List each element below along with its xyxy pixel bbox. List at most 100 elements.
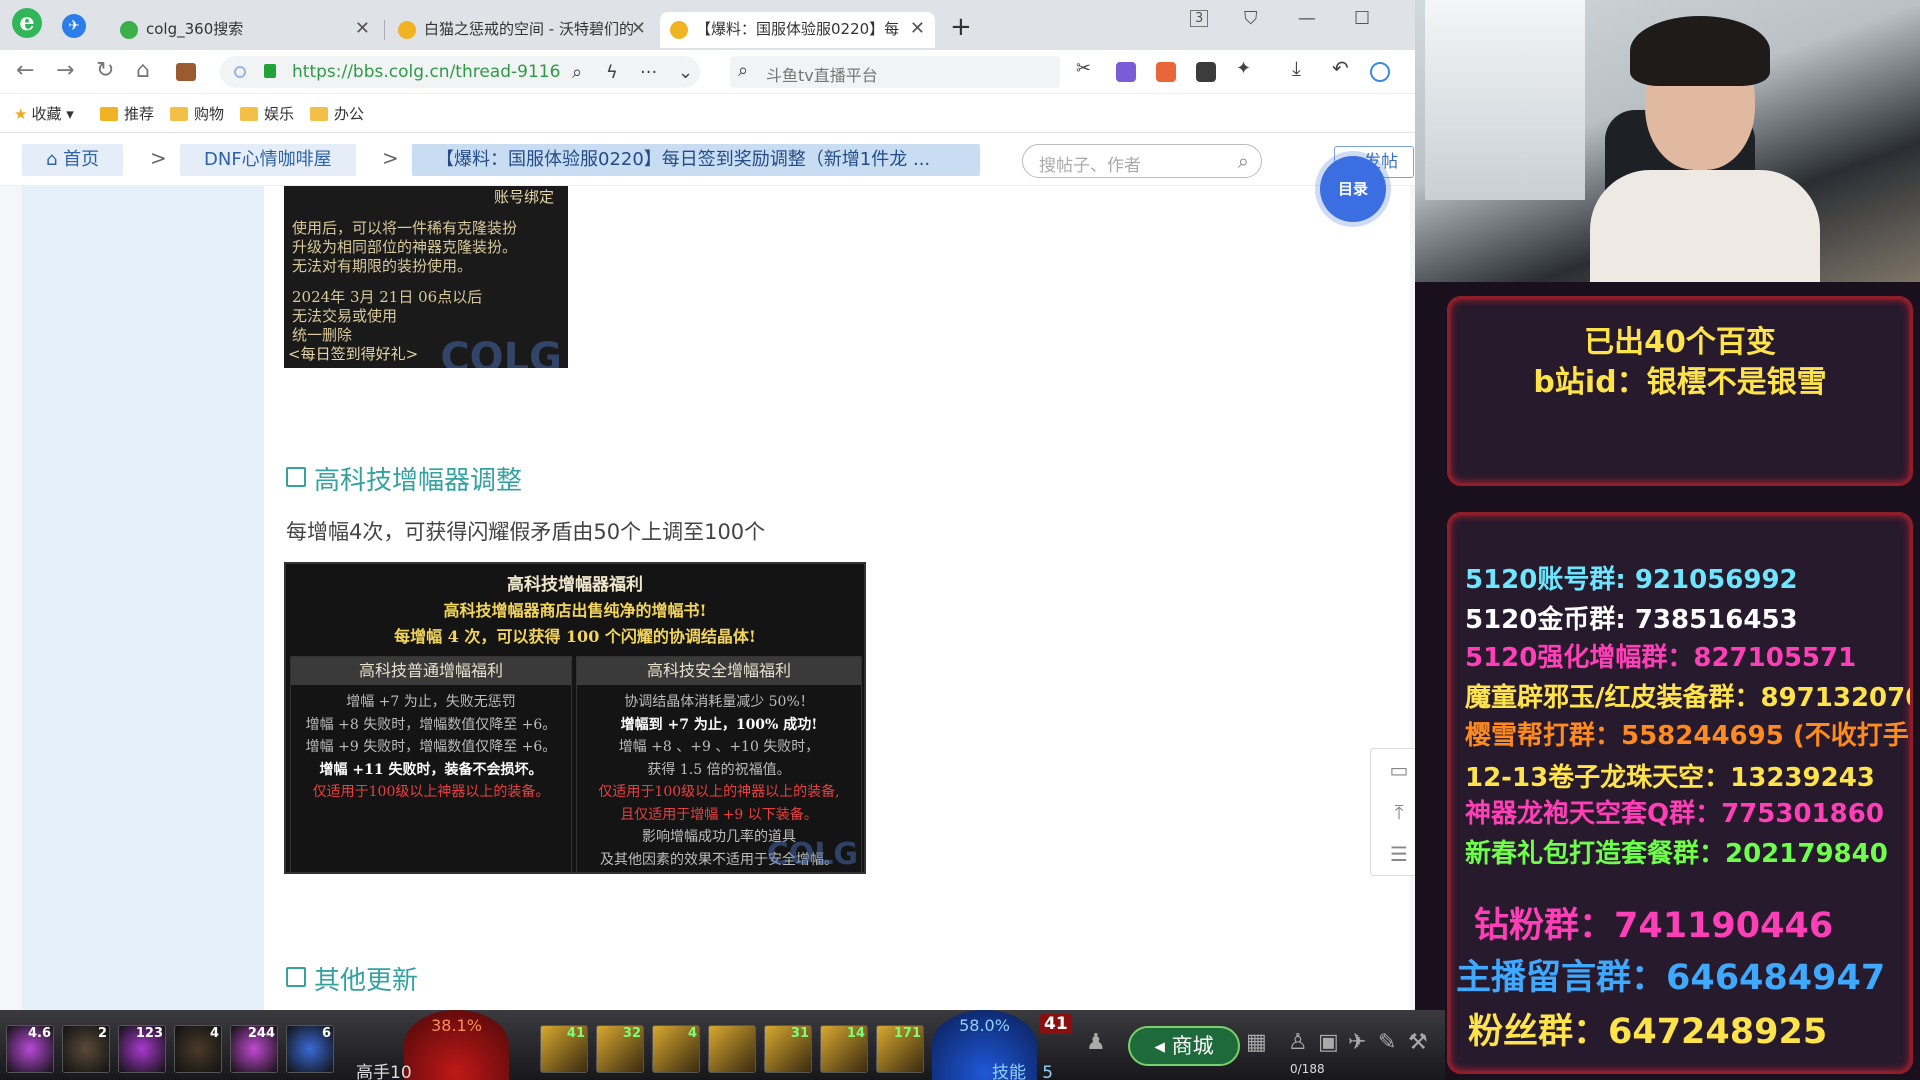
character-icon[interactable]: ♙ [1288, 1030, 1308, 1055]
bookmark-entertainment[interactable]: 娱乐 [240, 103, 294, 124]
tab-colg-search[interactable]: colg_360搜索 ✕ [110, 12, 380, 48]
breadcrumb-thread[interactable]: 【爆料：国服体验服0220】每日签到奖励调整（新增1件龙 ... [412, 144, 980, 176]
shirt-icon[interactable]: ⛉ [1244, 8, 1258, 29]
group-line-large: 粉丝群：647248925 [1468, 1012, 1828, 1052]
close-tab-icon[interactable]: ✕ [355, 12, 370, 46]
tab-divider [384, 20, 385, 40]
browser-logo-icon[interactable]: e [12, 8, 42, 38]
item-slot[interactable]: 123 [118, 1025, 166, 1073]
search-placeholder: 斗鱼tv直播平台 [766, 66, 878, 85]
stream-headline: 已出40个百变 [1584, 325, 1776, 360]
colg-favicon-icon [670, 21, 688, 39]
table-of-contents-button[interactable]: 目录 [1320, 156, 1386, 222]
item-slot-count: 6 [321, 1026, 331, 1041]
skill-slot[interactable] [708, 1025, 756, 1073]
item-slot[interactable]: 6 [286, 1025, 334, 1073]
forum-page: ⌂ 首页 > DNF心情咖啡屋 > 【爆料：国服体验服0220】每日签到奖励调整… [0, 134, 1415, 1010]
search-icon: ⌕ [738, 60, 749, 81]
url-text[interactable]: https://bbs.colg.cn/thread-9116 [292, 62, 562, 82]
breadcrumb-home[interactable]: ⌂ 首页 [22, 144, 124, 176]
item-slot-count: 244 [247, 1026, 275, 1041]
maximize-icon[interactable]: ☐ [1354, 8, 1370, 29]
item-slot[interactable]: 4.6 [6, 1025, 54, 1073]
tab-count-badge[interactable]: 3 [1190, 10, 1209, 27]
group-line: 樱雪帮打群：558244695 (不收打手) [1465, 721, 1913, 751]
more-icon[interactable]: ··· [640, 62, 657, 83]
group-line: 12-13卷子龙珠天空：13239243 [1465, 763, 1875, 793]
address-bar[interactable]: https://bbs.colg.cn/thread-9116 ⌕ ϟ ··· … [220, 56, 700, 88]
forward-icon[interactable]: → [56, 58, 74, 83]
folder-icon [240, 107, 258, 121]
scissors-icon[interactable]: ✂ [1076, 58, 1096, 79]
puzzle-icon[interactable]: ✦ [1236, 58, 1256, 79]
benefit-line: 增幅到 +7 为止，100% 成功! [620, 716, 818, 733]
skill-tree-icon[interactable]: ✈ [1348, 1030, 1366, 1055]
list-icon[interactable]: ☰ [1371, 833, 1415, 875]
tab-active-thread[interactable]: 【爆料：国服体验服0220】每 ✕ [660, 12, 935, 48]
briefcase-icon[interactable] [176, 63, 196, 81]
item-slot-count: 2 [97, 1026, 107, 1041]
section-text: 每增幅4次，可获得闪耀假矛盾由50个上调至100个 [286, 520, 766, 544]
edge-icon[interactable] [1370, 62, 1390, 82]
home-icon: ⌂ [46, 149, 64, 170]
column-title: 高科技普通增幅福利 [291, 657, 571, 685]
search-icon[interactable]: ⌕ [1238, 149, 1249, 173]
breadcrumb-forum[interactable]: DNF心情咖啡屋 [180, 144, 356, 176]
game-controller-icon[interactable] [1156, 62, 1176, 82]
close-tab-icon[interactable]: ✕ [631, 12, 646, 46]
difficulty-label: 高手10 [356, 1063, 412, 1080]
bookmark-recommend[interactable]: 推荐 [100, 103, 154, 124]
item-slot[interactable]: 2 [62, 1025, 110, 1073]
paper-plane-icon[interactable]: ✈ [62, 14, 86, 38]
close-tab-icon[interactable]: ✕ [910, 12, 925, 46]
game-hud: 4.6 2 123 4 244 6 38.1% 高手10 41 32 4 31 14 171 58.… [0, 1010, 1445, 1080]
undo-icon[interactable]: ↶ [1332, 56, 1352, 80]
back-icon[interactable]: ← [16, 58, 34, 83]
site-info-icon[interactable] [234, 66, 246, 78]
home-icon[interactable]: ⌂ [136, 58, 150, 83]
forum-search-input[interactable]: 搜帖子、作者 ⌕ [1022, 144, 1262, 178]
benefit-line: 增幅 +11 失败时，装备不会损坏。 [319, 761, 543, 778]
benefit-line: 增幅 +8 、+9 、+10 失败时， [618, 739, 820, 755]
bookmark-shopping[interactable]: 购物 [170, 103, 224, 124]
lightning-icon[interactable]: ϟ [606, 62, 618, 83]
folder-icon [170, 107, 188, 121]
comment-icon[interactable]: ▭ [1371, 749, 1415, 791]
shop-button[interactable]: ◂ 商城 [1128, 1026, 1240, 1066]
settings-icon[interactable]: ⚒ [1408, 1030, 1428, 1055]
tooltip-line: 2024年 3月 21日 06点以后 [292, 288, 483, 306]
browser-search-box[interactable]: ⌕ 斗鱼tv直播平台 [730, 56, 1060, 88]
item-slot[interactable]: 244 [230, 1025, 278, 1073]
level-badge: 41 [1040, 1014, 1072, 1034]
chevron-right-icon: > [150, 146, 167, 170]
download-icon[interactable]: ⤓ [1292, 56, 1312, 80]
bell-icon[interactable]: ♟ [1086, 1030, 1106, 1055]
skill-slot[interactable]: 4 [652, 1025, 700, 1073]
inventory-icon[interactable]: ▣ [1318, 1030, 1339, 1055]
new-tab-button[interactable]: + [950, 12, 972, 42]
group-line: 5120强化增幅群：827105571 [1465, 643, 1857, 673]
video-icon[interactable] [1196, 62, 1216, 82]
item-slot[interactable]: 4 [174, 1025, 222, 1073]
tab-title: colg_360搜索 [146, 20, 244, 38]
bookmark-office[interactable]: 办公 [310, 103, 364, 124]
quest-icon[interactable]: ✎ [1378, 1030, 1396, 1055]
minimize-icon[interactable]: — [1298, 8, 1316, 29]
tab-white-cat[interactable]: 白猫之惩戒的空间 - 沃特碧们的 ✕ [388, 12, 656, 48]
zoom-icon[interactable]: ⌕ [572, 62, 582, 83]
skill-slot[interactable]: 14 [820, 1025, 868, 1073]
bookmark-favorites[interactable]: ★ 收藏 ▾ [14, 103, 74, 124]
skill-slot[interactable]: 171 [876, 1025, 924, 1073]
menu-grid-icon[interactable]: ▦ [1246, 1030, 1267, 1055]
skill-slot[interactable]: 31 [764, 1025, 812, 1073]
chevron-down-icon[interactable]: ⌄ [678, 62, 693, 83]
extension-purple-icon[interactable] [1116, 62, 1136, 82]
skill-slot[interactable]: 41 [540, 1025, 588, 1073]
item-slot-count: 123 [135, 1026, 163, 1041]
skill-slot[interactable]: 32 [596, 1025, 644, 1073]
reload-icon[interactable]: ↻ [96, 58, 114, 83]
benefit-line: 仅适用于100级以上的神器以上的装备, [598, 784, 840, 800]
back-to-top-icon[interactable]: ⤒ [1371, 791, 1415, 833]
skill-slot-count: 32 [622, 1026, 641, 1041]
author-sidebar [22, 186, 264, 1010]
